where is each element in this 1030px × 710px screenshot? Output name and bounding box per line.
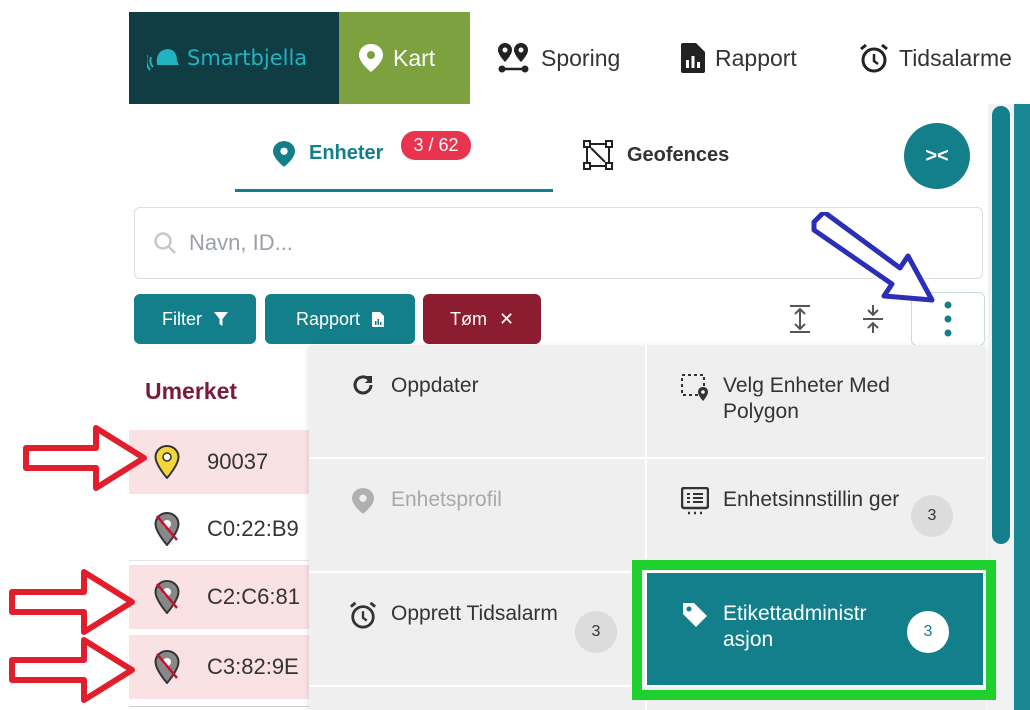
nav-rapport[interactable]: Rapport bbox=[681, 12, 797, 104]
nav-rapport-label: Rapport bbox=[715, 44, 797, 71]
highlight-box bbox=[632, 560, 996, 700]
bell-logo-icon bbox=[147, 49, 179, 71]
red-arrow-icon bbox=[9, 569, 135, 635]
list-item[interactable]: C0:22:B9 bbox=[129, 497, 329, 561]
menu-item-label: Oppdater bbox=[391, 374, 479, 397]
tab-enheter[interactable]: Enheter 3 / 62 bbox=[235, 118, 553, 192]
menu-item-enhetsinnstillinger[interactable]: Enhetsinnstillin ger 3 bbox=[647, 459, 983, 571]
list-item[interactable]: C3:82:9E bbox=[129, 635, 329, 699]
top-navigation: Smartbjella Kart Sporing Rapport Tidsala… bbox=[129, 12, 1030, 104]
menu-item-oppdater[interactable]: Oppdater bbox=[309, 345, 645, 457]
tab-enheter-label: Enheter bbox=[309, 142, 384, 164]
vertical-dots-icon bbox=[944, 301, 952, 337]
map-edge bbox=[1014, 104, 1030, 710]
menu-item-label: Opprett Tidsalarm bbox=[391, 602, 558, 625]
device-id: 90037 bbox=[207, 449, 269, 474]
report-icon bbox=[681, 43, 705, 73]
menu-item-label: Velg Enheter Med Polygon bbox=[723, 374, 890, 424]
route-icon bbox=[498, 43, 529, 73]
list-item[interactable]: 90037 bbox=[129, 430, 329, 494]
refresh-icon bbox=[353, 375, 373, 395]
filter-button[interactable]: Filter bbox=[134, 294, 256, 344]
list-divider bbox=[129, 706, 319, 707]
search-icon bbox=[154, 232, 176, 254]
clear-button[interactable]: Tøm ✕ bbox=[423, 294, 541, 344]
clear-button-label: Tøm bbox=[449, 308, 487, 329]
nav-tidsalarm[interactable]: Tidsalarme bbox=[859, 12, 1012, 104]
filter-button-label: Filter bbox=[162, 308, 202, 329]
brand-logo[interactable]: Smartbjella bbox=[129, 12, 339, 104]
crossed-pin-icon bbox=[154, 580, 180, 614]
crossed-pin-icon bbox=[154, 650, 180, 684]
map-pin-icon bbox=[359, 44, 383, 72]
yellow-pin-icon bbox=[154, 445, 180, 479]
collapse-arrows-icon: >< bbox=[925, 144, 949, 167]
polygon-select-icon bbox=[681, 374, 708, 401]
blue-arrow-icon bbox=[811, 212, 935, 303]
menu-item-label: Enhetsprofil bbox=[391, 488, 502, 511]
red-arrow-icon bbox=[23, 425, 147, 491]
nav-tidsalarm-label: Tidsalarme bbox=[899, 44, 1012, 71]
alarm-clock-icon bbox=[860, 43, 888, 73]
menu-item-enhetsprofil[interactable]: Enhetsprofil bbox=[309, 459, 645, 571]
nav-kart[interactable]: Kart bbox=[339, 12, 470, 104]
device-id: C3:82:9E bbox=[207, 654, 299, 679]
compress-vertical-icon bbox=[863, 305, 883, 333]
device-id: C2:C6:81 bbox=[207, 584, 300, 609]
polygon-icon bbox=[583, 140, 613, 170]
rapport-button-label: Rapport bbox=[295, 308, 361, 329]
map-pin-icon bbox=[352, 488, 374, 514]
close-icon: ✕ bbox=[498, 308, 515, 329]
selection-count-badge: 3 / 62 bbox=[401, 131, 471, 160]
menu-item-polygon-select[interactable]: Velg Enheter Med Polygon bbox=[647, 345, 983, 457]
nav-sporing-label: Sporing bbox=[541, 44, 621, 71]
tab-geofences-label: Geofences bbox=[627, 143, 730, 166]
red-arrow-icon bbox=[9, 637, 135, 703]
panel-scrollbar[interactable] bbox=[992, 106, 1010, 544]
device-id: C0:22:B9 bbox=[207, 515, 299, 541]
expand-vertical-icon bbox=[790, 305, 810, 333]
device-settings-icon bbox=[681, 487, 709, 515]
tab-geofences[interactable]: Geofences bbox=[583, 118, 729, 192]
nav-sporing[interactable]: Sporing bbox=[497, 12, 620, 104]
menu-item-partial[interactable] bbox=[309, 687, 645, 710]
report-icon bbox=[372, 311, 385, 327]
map-pin-icon bbox=[273, 140, 295, 167]
menu-item-opprett-tidsalarm[interactable]: Opprett Tidsalarm 3 bbox=[309, 573, 645, 685]
count-badge: 3 bbox=[575, 611, 617, 653]
rapport-button[interactable]: Rapport bbox=[265, 294, 415, 344]
brand-name: Smartbjella bbox=[187, 46, 308, 70]
alarm-clock-icon bbox=[349, 601, 377, 629]
count-badge: 3 bbox=[911, 495, 953, 537]
search-input[interactable] bbox=[189, 230, 789, 256]
nav-kart-label: Kart bbox=[393, 44, 436, 71]
crossed-pin-icon bbox=[154, 511, 180, 546]
group-title: Umerket bbox=[145, 378, 238, 404]
menu-item-label: Enhetsinnstillin ger bbox=[723, 488, 900, 511]
list-item[interactable]: C2:C6:81 bbox=[129, 565, 329, 629]
funnel-icon bbox=[214, 312, 228, 326]
collapse-panel-button[interactable]: >< bbox=[904, 123, 970, 189]
